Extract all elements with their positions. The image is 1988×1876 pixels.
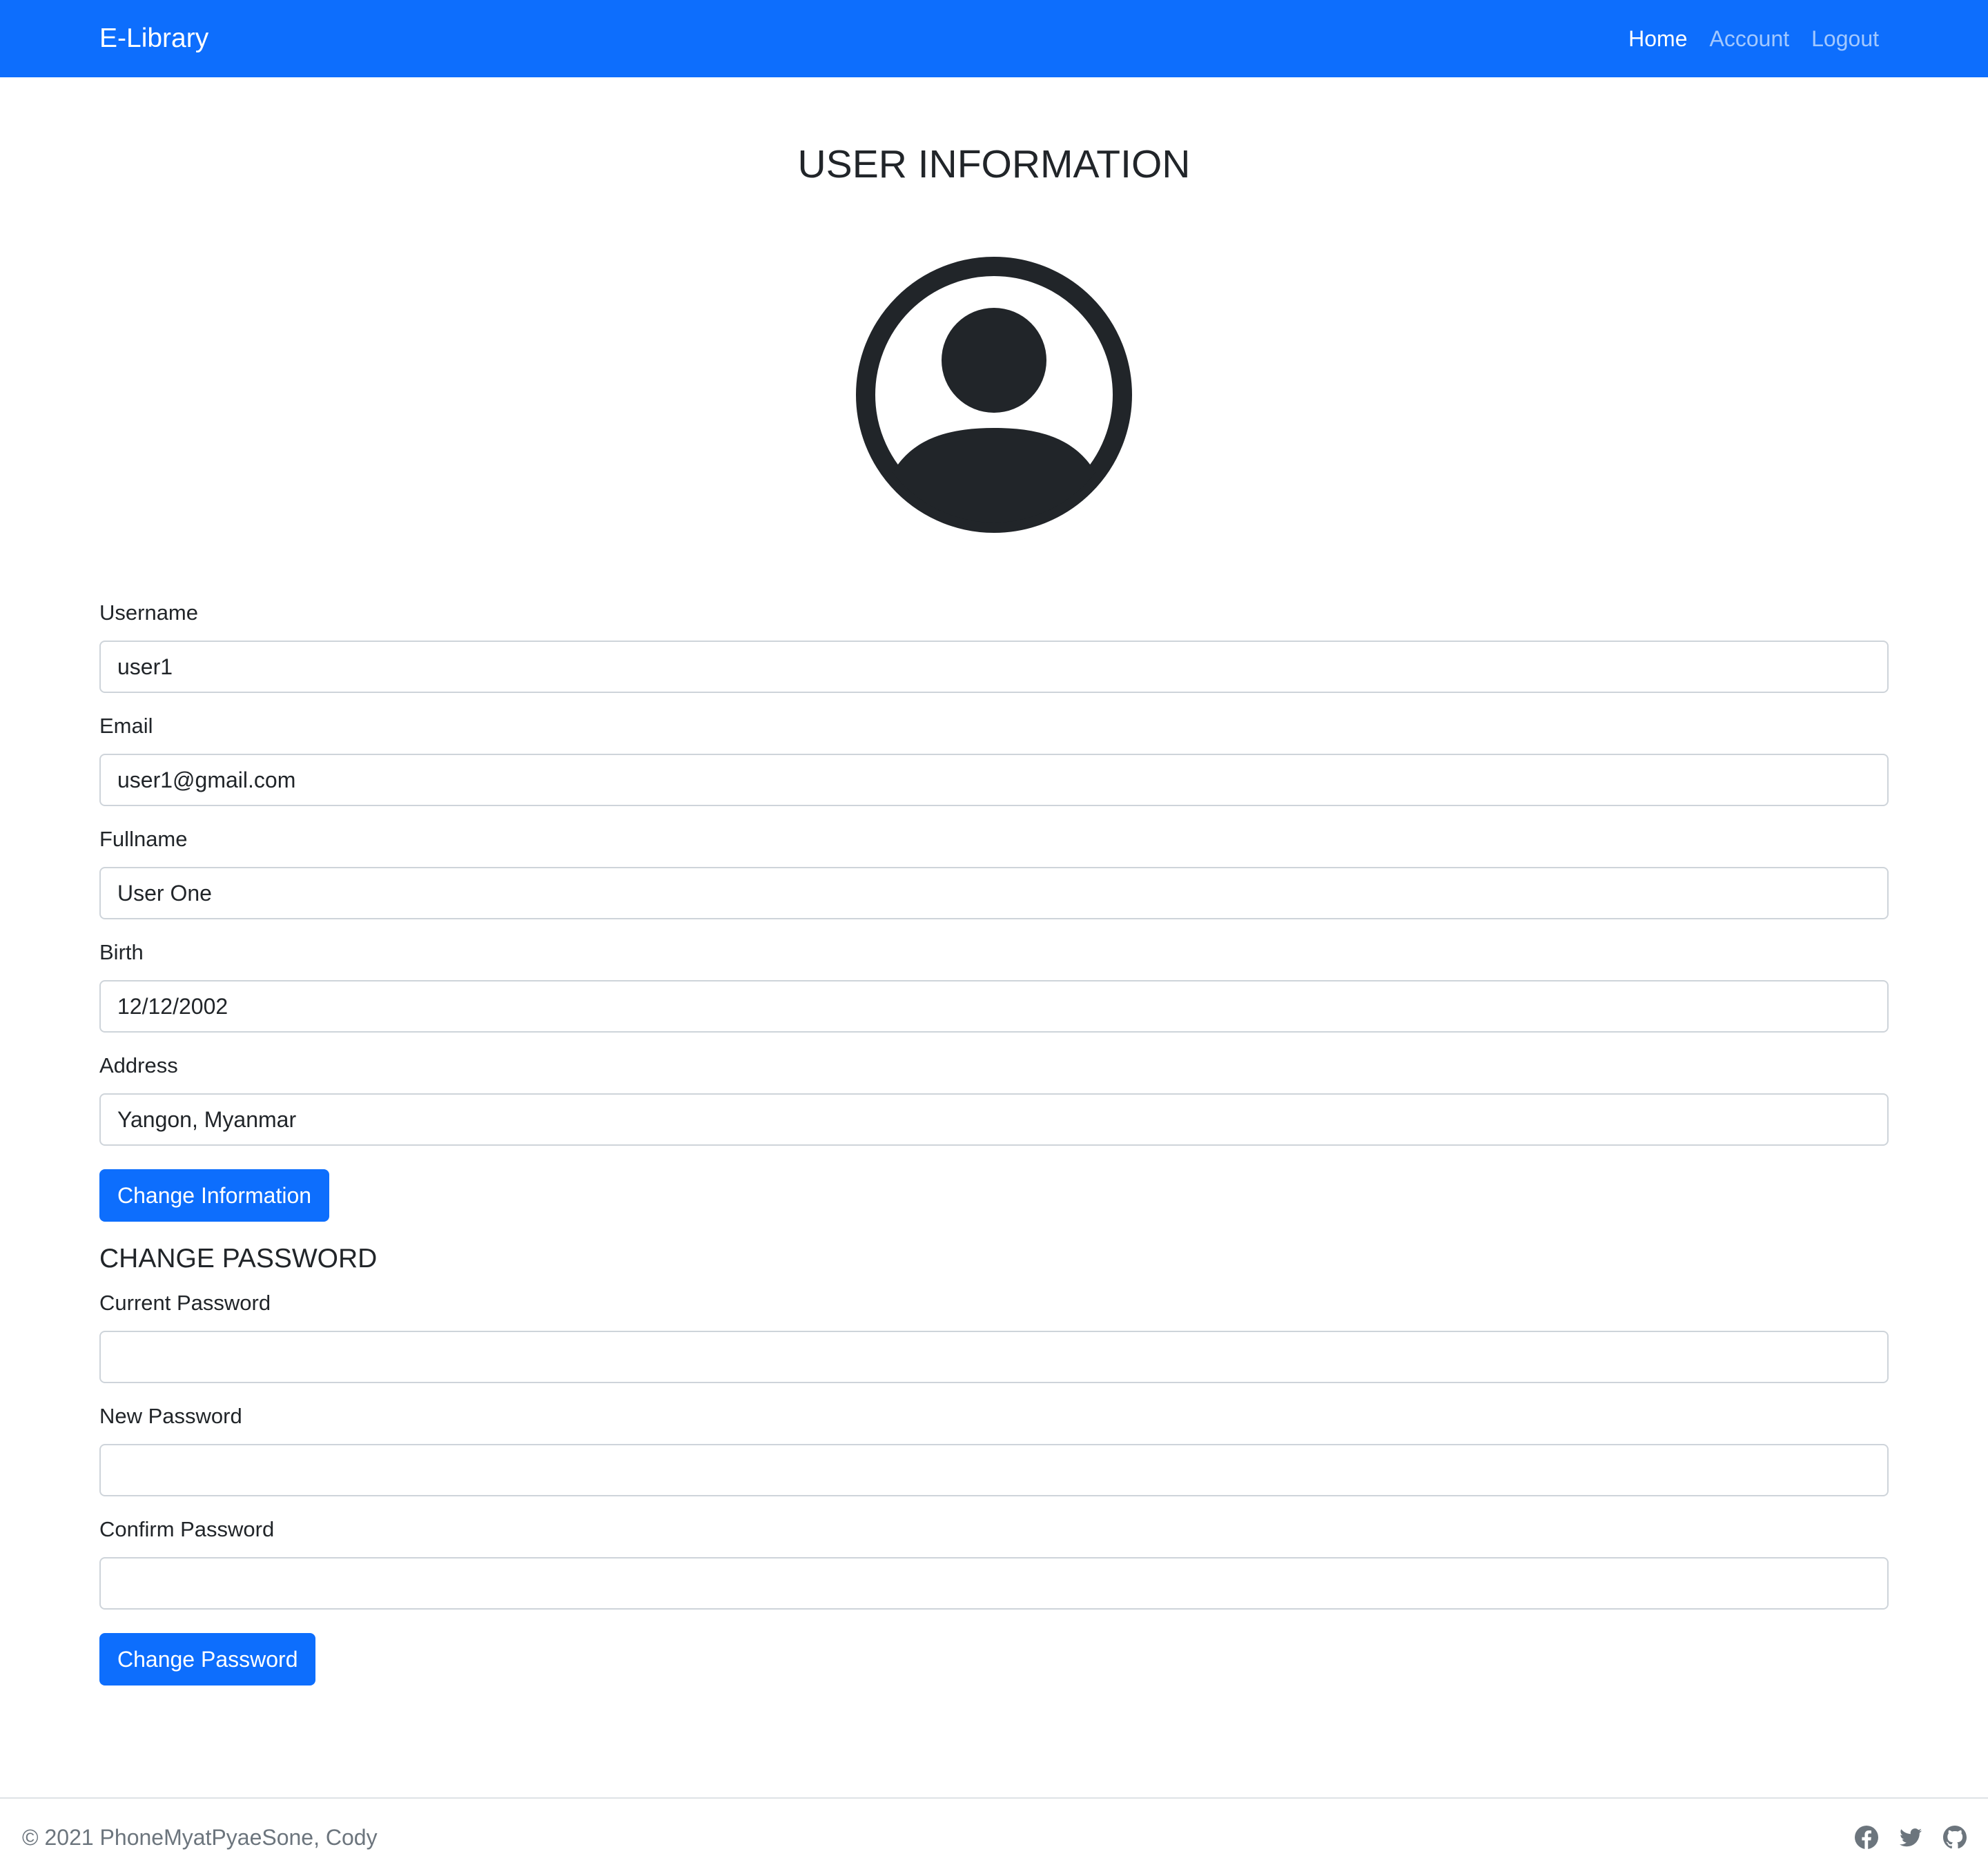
change-password-button[interactable]: Change Password (99, 1633, 316, 1686)
current-password-input[interactable] (99, 1331, 1889, 1383)
address-group: Address (99, 1053, 1889, 1146)
current-password-group: Current Password (99, 1291, 1889, 1383)
github-icon[interactable] (1942, 1825, 1967, 1850)
navbar: E-Library Home Account Logout (0, 0, 1988, 77)
change-information-button[interactable]: Change Information (99, 1169, 330, 1222)
email-input[interactable] (99, 754, 1889, 806)
email-label: Email (99, 714, 153, 738)
facebook-icon[interactable] (1854, 1825, 1879, 1850)
email-group: Email (99, 714, 1889, 806)
person-circle-icon (856, 257, 1132, 533)
footer-copyright: © 2021 PhoneMyatPyaeSone, Cody (22, 1825, 378, 1850)
new-password-group: New Password (99, 1404, 1889, 1496)
new-password-label: New Password (99, 1404, 242, 1428)
username-group: Username (99, 600, 1889, 693)
brand-link[interactable]: E-Library (99, 0, 208, 77)
current-password-label: Current Password (99, 1291, 271, 1315)
birth-input[interactable] (99, 980, 1889, 1033)
nav-home-link[interactable]: Home (1628, 26, 1687, 52)
fullname-group: Fullname (99, 827, 1889, 919)
confirm-password-input[interactable] (99, 1557, 1889, 1610)
birth-group: Birth (99, 940, 1889, 1033)
username-input[interactable] (99, 641, 1889, 693)
user-form: Username Email Fullname Birth Address Ch… (99, 600, 1889, 1686)
fullname-label: Fullname (99, 827, 188, 851)
fullname-input[interactable] (99, 867, 1889, 919)
confirm-password-group: Confirm Password (99, 1517, 1889, 1610)
twitter-icon[interactable] (1898, 1825, 1923, 1850)
nav-logout-link[interactable]: Logout (1811, 26, 1879, 52)
username-label: Username (99, 600, 198, 625)
confirm-password-label: Confirm Password (99, 1517, 275, 1541)
address-label: Address (99, 1053, 178, 1077)
new-password-input[interactable] (99, 1444, 1889, 1496)
nav-links: Home Account Logout (1628, 0, 1879, 77)
page-title: USER INFORMATION (797, 142, 1191, 186)
nav-account-link[interactable]: Account (1710, 26, 1790, 52)
change-password-title: CHANGE PASSWORD (99, 1244, 378, 1273)
birth-label: Birth (99, 940, 144, 964)
footer-divider (0, 1797, 1988, 1799)
address-input[interactable] (99, 1093, 1889, 1146)
